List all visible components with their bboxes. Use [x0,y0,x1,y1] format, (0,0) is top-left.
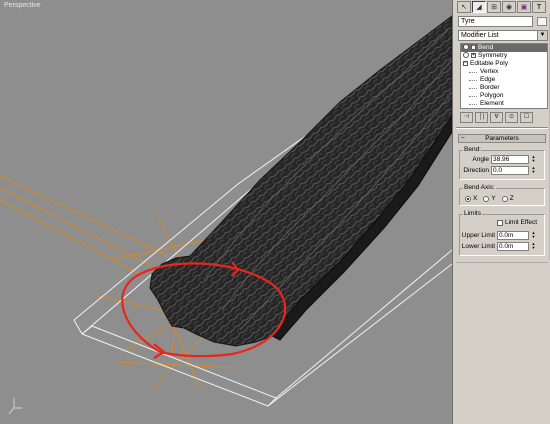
stack-item-symmetry[interactable]: + Symmetry [461,52,547,60]
modifier-list-dropdown[interactable]: Modifier List ▼ [458,30,548,41]
radio-dot [465,196,471,202]
checkbox-label: Limit Effect [505,219,538,226]
stack-item-vertex[interactable]: Vertex [461,68,547,76]
checkbox-box[interactable] [497,220,503,226]
stack-item-label: Symmetry [478,52,508,59]
utilities-tab[interactable]: T [532,1,546,13]
viewport-label[interactable]: Perspective [4,2,41,9]
expand-icon[interactable]: + [471,52,476,58]
group-title: Limits [463,210,482,218]
make-unique-button[interactable]: ∀ [490,112,503,123]
stack-toolbar: ⊣ │| ∀ ⊙ ☐ [460,112,548,124]
command-panel: ↖ ◢ ⊞ ◉ ▣ T Tyre Modifier List ▼ + Bend +… [452,0,550,424]
limit-effect-checkbox[interactable]: Limit Effect [497,219,537,227]
stack-item-label: Vertex [480,68,499,75]
tyre-mesh [149,15,452,347]
hierarchy-icon: ⊞ [491,4,497,11]
stack-item-label: Editable Poly [470,60,508,67]
group-title: Bend: [463,146,482,154]
direction-input[interactable]: 0.0 [491,166,529,175]
modify-tab[interactable]: ◢ [472,1,486,13]
stack-item-label: Polygon [480,92,504,99]
direction-label: Direction [463,167,489,174]
lower-limit-input[interactable]: 0.0m [497,242,529,251]
radio-label: Y [491,195,496,202]
lightbulb-icon[interactable] [463,52,469,59]
stack-item-label: Element [480,100,504,107]
modifier-stack[interactable]: + Bend + Symmetry − Editable Poly Vertex Ed… [460,43,548,109]
rollout-title: Parameters [485,135,519,142]
stack-item-bend[interactable]: + Bend [461,44,547,52]
motion-tab[interactable]: ◉ [502,1,516,13]
panel-tabbar: ↖ ◢ ⊞ ◉ ▣ T [457,1,546,13]
bend-axis-radios: X Y Z [465,195,514,203]
modify-icon: ◢ [476,4,482,11]
direction-spinner[interactable]: ▲ ▼ [531,166,536,175]
scene-render [0,15,452,415]
angle-label: Angle [472,156,489,163]
radio-label: X [473,195,478,202]
display-icon: ▣ [520,4,528,11]
stack-item-border[interactable]: Border [461,84,547,92]
stack-item-edge[interactable]: Edge [461,76,547,84]
hammer-icon: T [536,3,542,11]
lower-limit-spinner[interactable]: ▲ ▼ [531,242,536,251]
stack-item-editable-poly[interactable]: − Editable Poly [461,60,547,68]
upper-limit-spinner[interactable]: ▲ ▼ [531,231,536,240]
create-tab[interactable]: ↖ [457,1,471,13]
create-icon: ↖ [461,4,467,11]
pin-stack-button[interactable]: ⊣ [460,112,473,123]
collapse-icon: − [461,135,465,142]
lightbulb-icon[interactable] [463,44,469,51]
axis-x-radio[interactable]: X [465,195,477,203]
angle-input[interactable]: 38.96 [491,155,529,164]
hierarchy-tab[interactable]: ⊞ [487,1,501,13]
upper-limit-input[interactable]: 0.0m [497,231,529,240]
upper-limit-label: Upper Limit [461,232,495,239]
object-color-swatch[interactable] [537,17,547,26]
show-end-result-button[interactable]: │| [475,112,488,123]
lower-limit-label: Lower Limit [461,243,495,250]
radio-dot [501,196,508,202]
remove-modifier-button[interactable]: ⊙ [505,112,518,123]
stack-item-polygon[interactable]: Polygon [461,92,547,100]
collapse-icon[interactable]: − [463,60,468,66]
expand-icon[interactable]: + [471,44,476,50]
stack-item-element[interactable]: Element [461,100,547,108]
stack-item-label: Edge [480,76,496,83]
radio-label: Z [509,195,514,202]
radio-dot [483,196,490,202]
angle-spinner[interactable]: ▲ ▼ [531,155,536,164]
group-title: Bend Axis: [463,184,496,192]
modifier-list-label: Modifier List [461,32,499,39]
parameters-rollout-header[interactable]: − Parameters [458,134,546,143]
motion-icon: ◉ [505,4,513,11]
object-name-field[interactable]: Tyre [458,16,533,27]
perspective-viewport[interactable]: Perspective [0,0,452,424]
axis-triad [8,398,22,415]
chevron-down-icon[interactable]: ▼ [537,31,547,40]
stack-item-label: Border [480,84,500,91]
configure-sets-button[interactable]: ☐ [520,112,533,123]
axis-y-radio[interactable]: Y [483,195,496,203]
axis-z-radio[interactable]: Z [501,195,514,203]
stack-item-label: Bend [478,44,494,51]
panel-empty-area [456,262,548,420]
divider [456,127,548,129]
display-tab[interactable]: ▣ [517,1,531,13]
